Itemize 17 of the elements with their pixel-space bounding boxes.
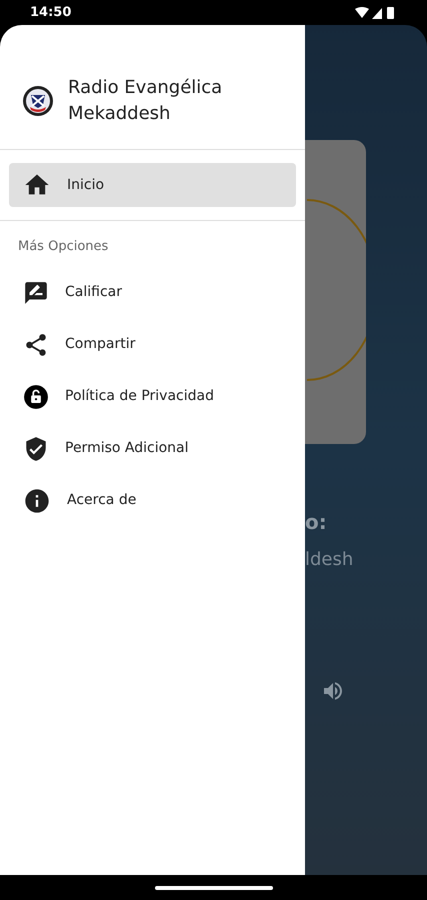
app-title: Radio Evangélica Mekaddesh xyxy=(68,76,224,126)
section-title: Más Opciones xyxy=(17,238,110,256)
now-playing-heading: o: xyxy=(305,510,328,534)
menu-item[interactable]: Permiso Adicional xyxy=(9,426,296,470)
status-time: 14:50 xyxy=(30,4,72,22)
status-icons xyxy=(355,6,397,20)
home-indicator[interactable] xyxy=(154,886,272,890)
menu-item[interactable]: Acerca de xyxy=(9,478,296,522)
menu-item[interactable]: Inicio xyxy=(9,163,296,207)
lock-icon xyxy=(23,384,49,410)
station-logo xyxy=(22,85,54,117)
info-icon xyxy=(23,486,51,514)
menu-item[interactable]: Compartir xyxy=(9,322,296,366)
menu-item[interactable]: Calificar xyxy=(9,270,296,314)
rating-icon xyxy=(23,280,49,306)
station-name: ldesh xyxy=(305,548,354,572)
menu-item[interactable]: Política de Privacidad xyxy=(9,374,296,418)
